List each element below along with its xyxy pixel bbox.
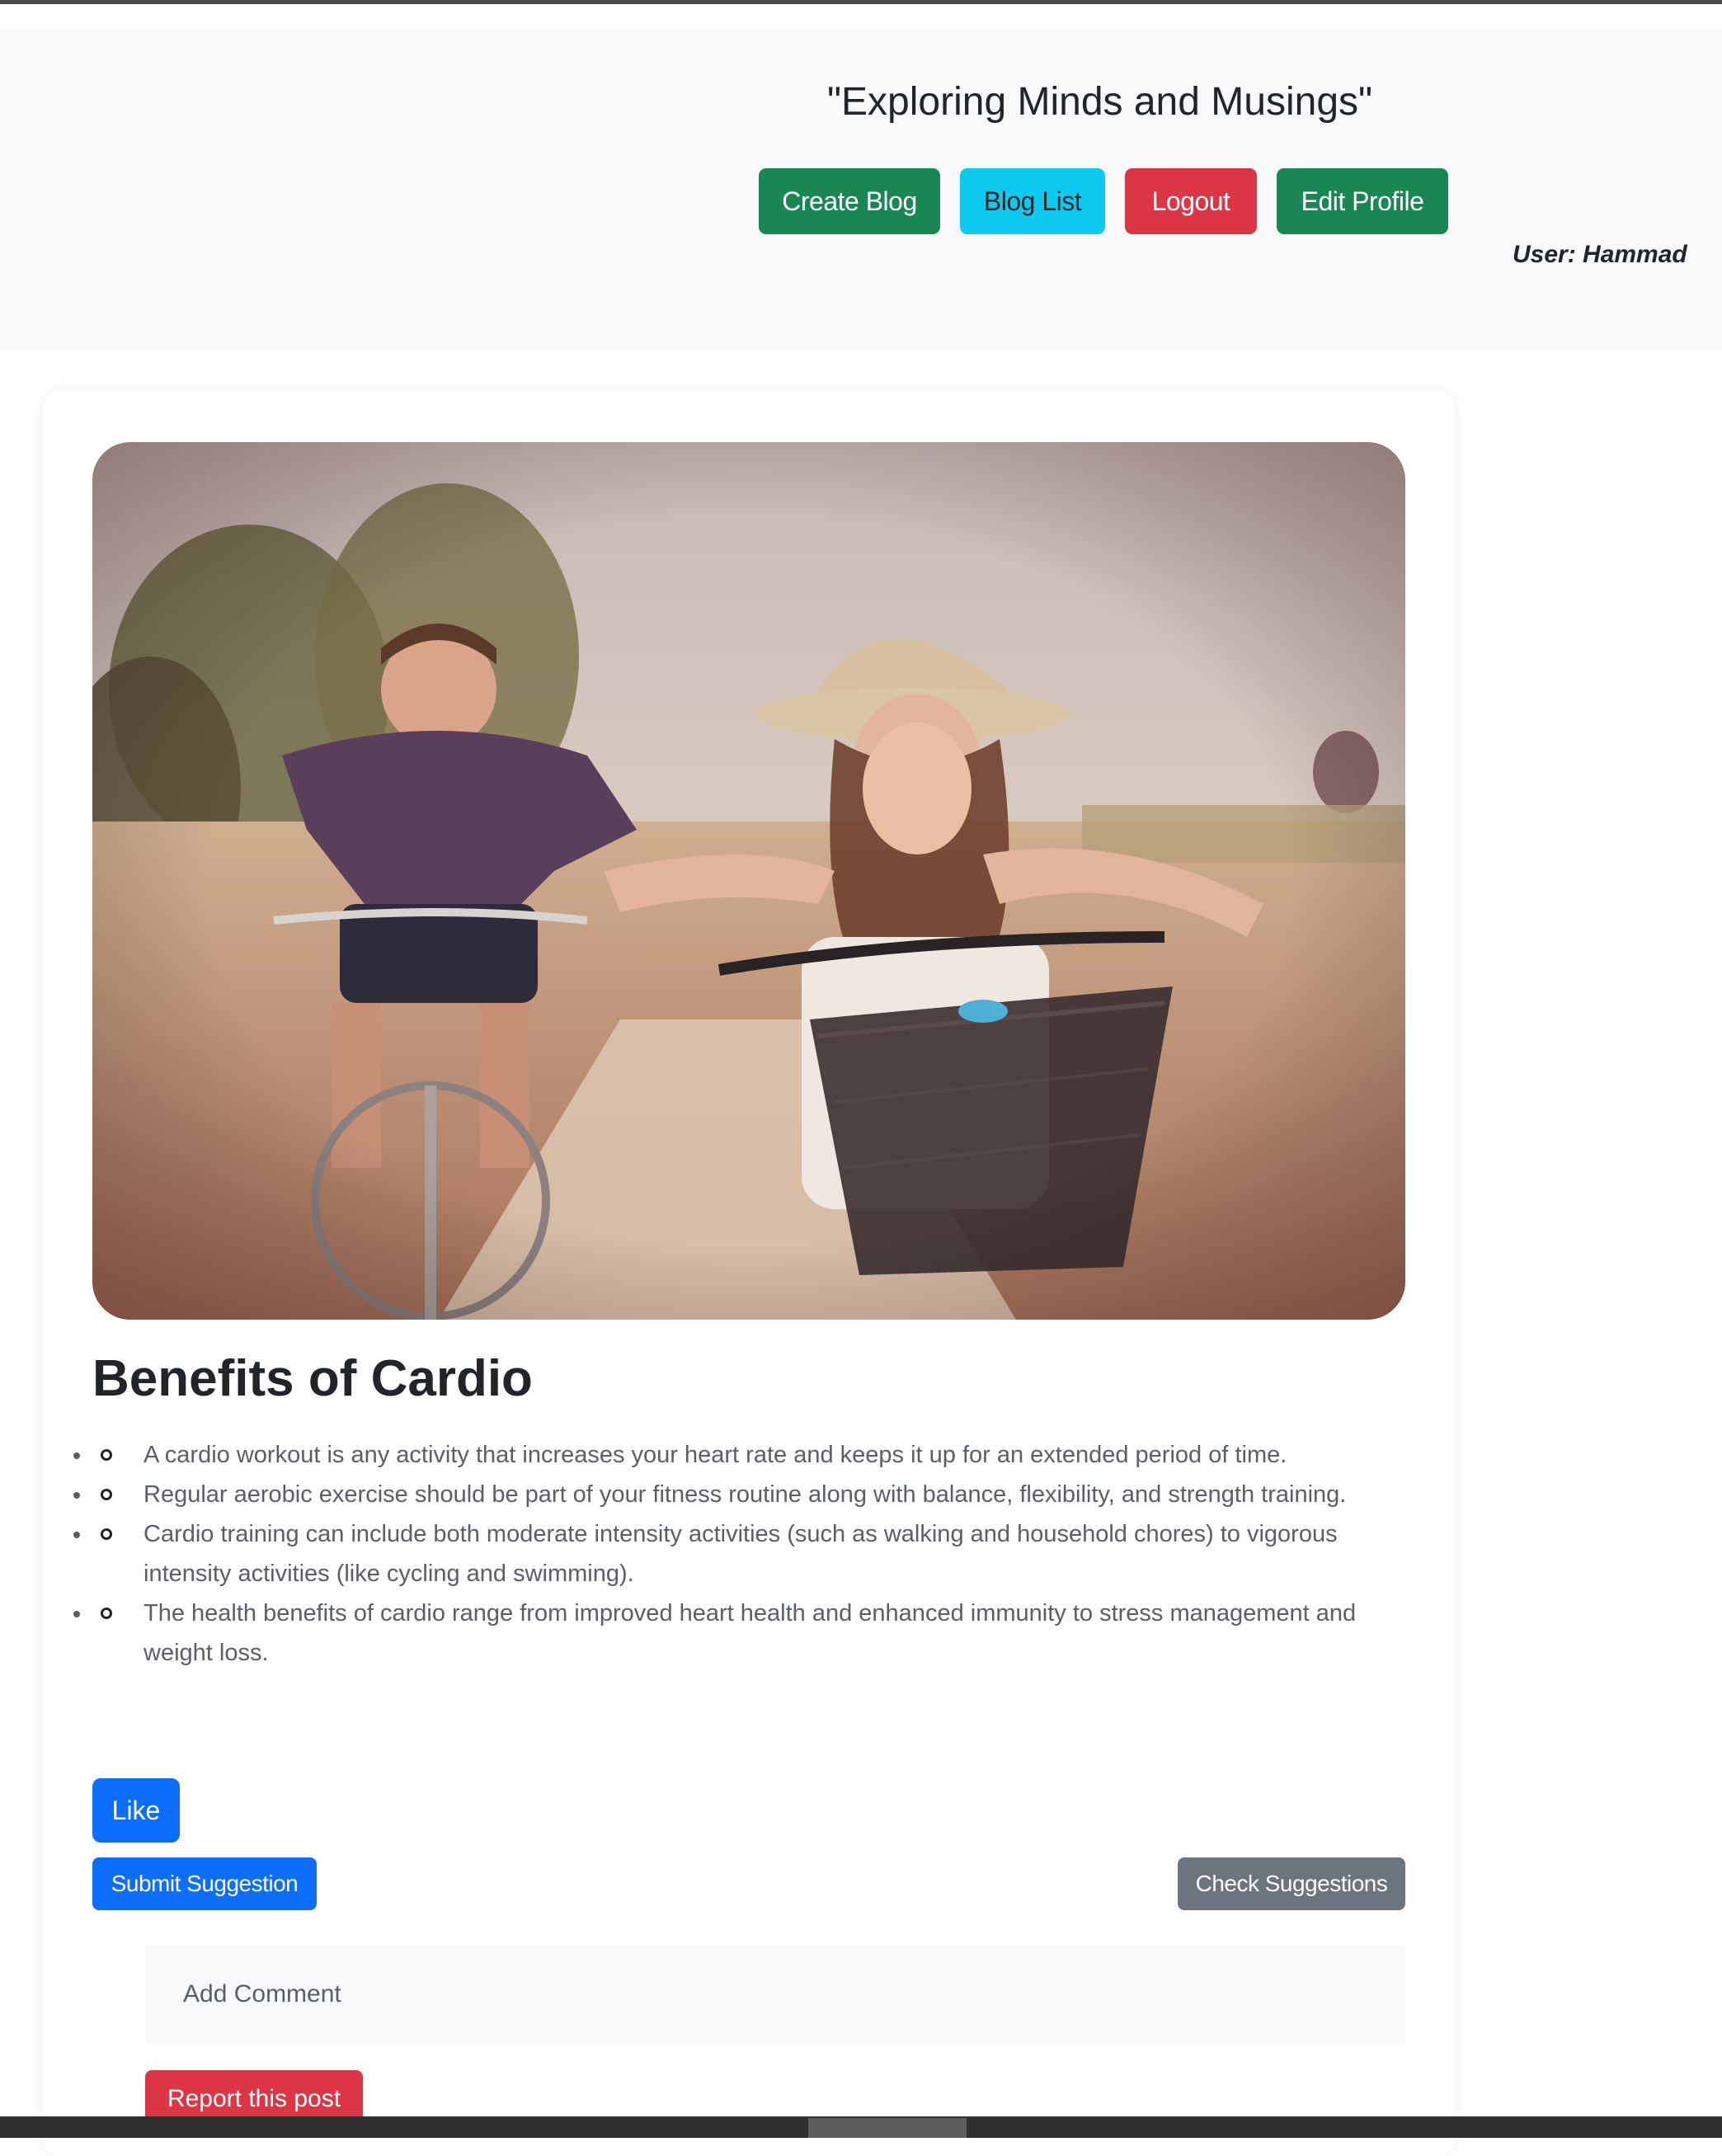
bullet-text: The health benefits of cardio range from…: [144, 1600, 1357, 1666]
post-image: [92, 442, 1405, 1320]
edit-profile-button[interactable]: Edit Profile: [1277, 168, 1448, 234]
bullet-icon: [101, 1608, 112, 1619]
site-title: "Exploring Minds and Musings": [827, 80, 1373, 124]
post-bullet-list: A cardio workout is any activity that in…: [92, 1435, 1395, 1673]
user-label: User: Hammad: [1513, 241, 1687, 268]
list-item: The health benefits of cardio range from…: [92, 1593, 1395, 1673]
bullet-text: Cardio training can include both moderat…: [144, 1521, 1338, 1587]
bullet-text: A cardio workout is any activity that in…: [144, 1442, 1287, 1468]
list-item: Cardio training can include both moderat…: [92, 1514, 1395, 1593]
bullet-text: Regular aerobic exercise should be part …: [144, 1481, 1347, 1508]
site-header: "Exploring Minds and Musings" Create Blo…: [0, 30, 1722, 350]
bullet-icon: [101, 1489, 112, 1500]
post-title: Benefits of Cardio: [92, 1350, 533, 1407]
check-suggestions-button[interactable]: Check Suggestions: [1178, 1857, 1405, 1910]
scrollbar-thumb[interactable]: [808, 2118, 967, 2138]
photo-of-two-people-cycling-icon: [92, 442, 1405, 1320]
like-button[interactable]: Like: [92, 1778, 180, 1843]
create-blog-button[interactable]: Create Blog: [759, 168, 940, 234]
window-top-edge: [0, 0, 1722, 4]
list-item: Regular aerobic exercise should be part …: [92, 1475, 1395, 1514]
blog-list-button[interactable]: Blog List: [960, 168, 1105, 234]
add-comment-field[interactable]: Add Comment: [145, 1945, 1405, 2044]
list-item: A cardio workout is any activity that in…: [92, 1435, 1395, 1475]
submit-suggestion-button[interactable]: Submit Suggestion: [92, 1857, 317, 1910]
bullet-icon: [101, 1449, 112, 1461]
logout-button[interactable]: Logout: [1125, 168, 1257, 234]
bullet-icon: [101, 1528, 112, 1540]
